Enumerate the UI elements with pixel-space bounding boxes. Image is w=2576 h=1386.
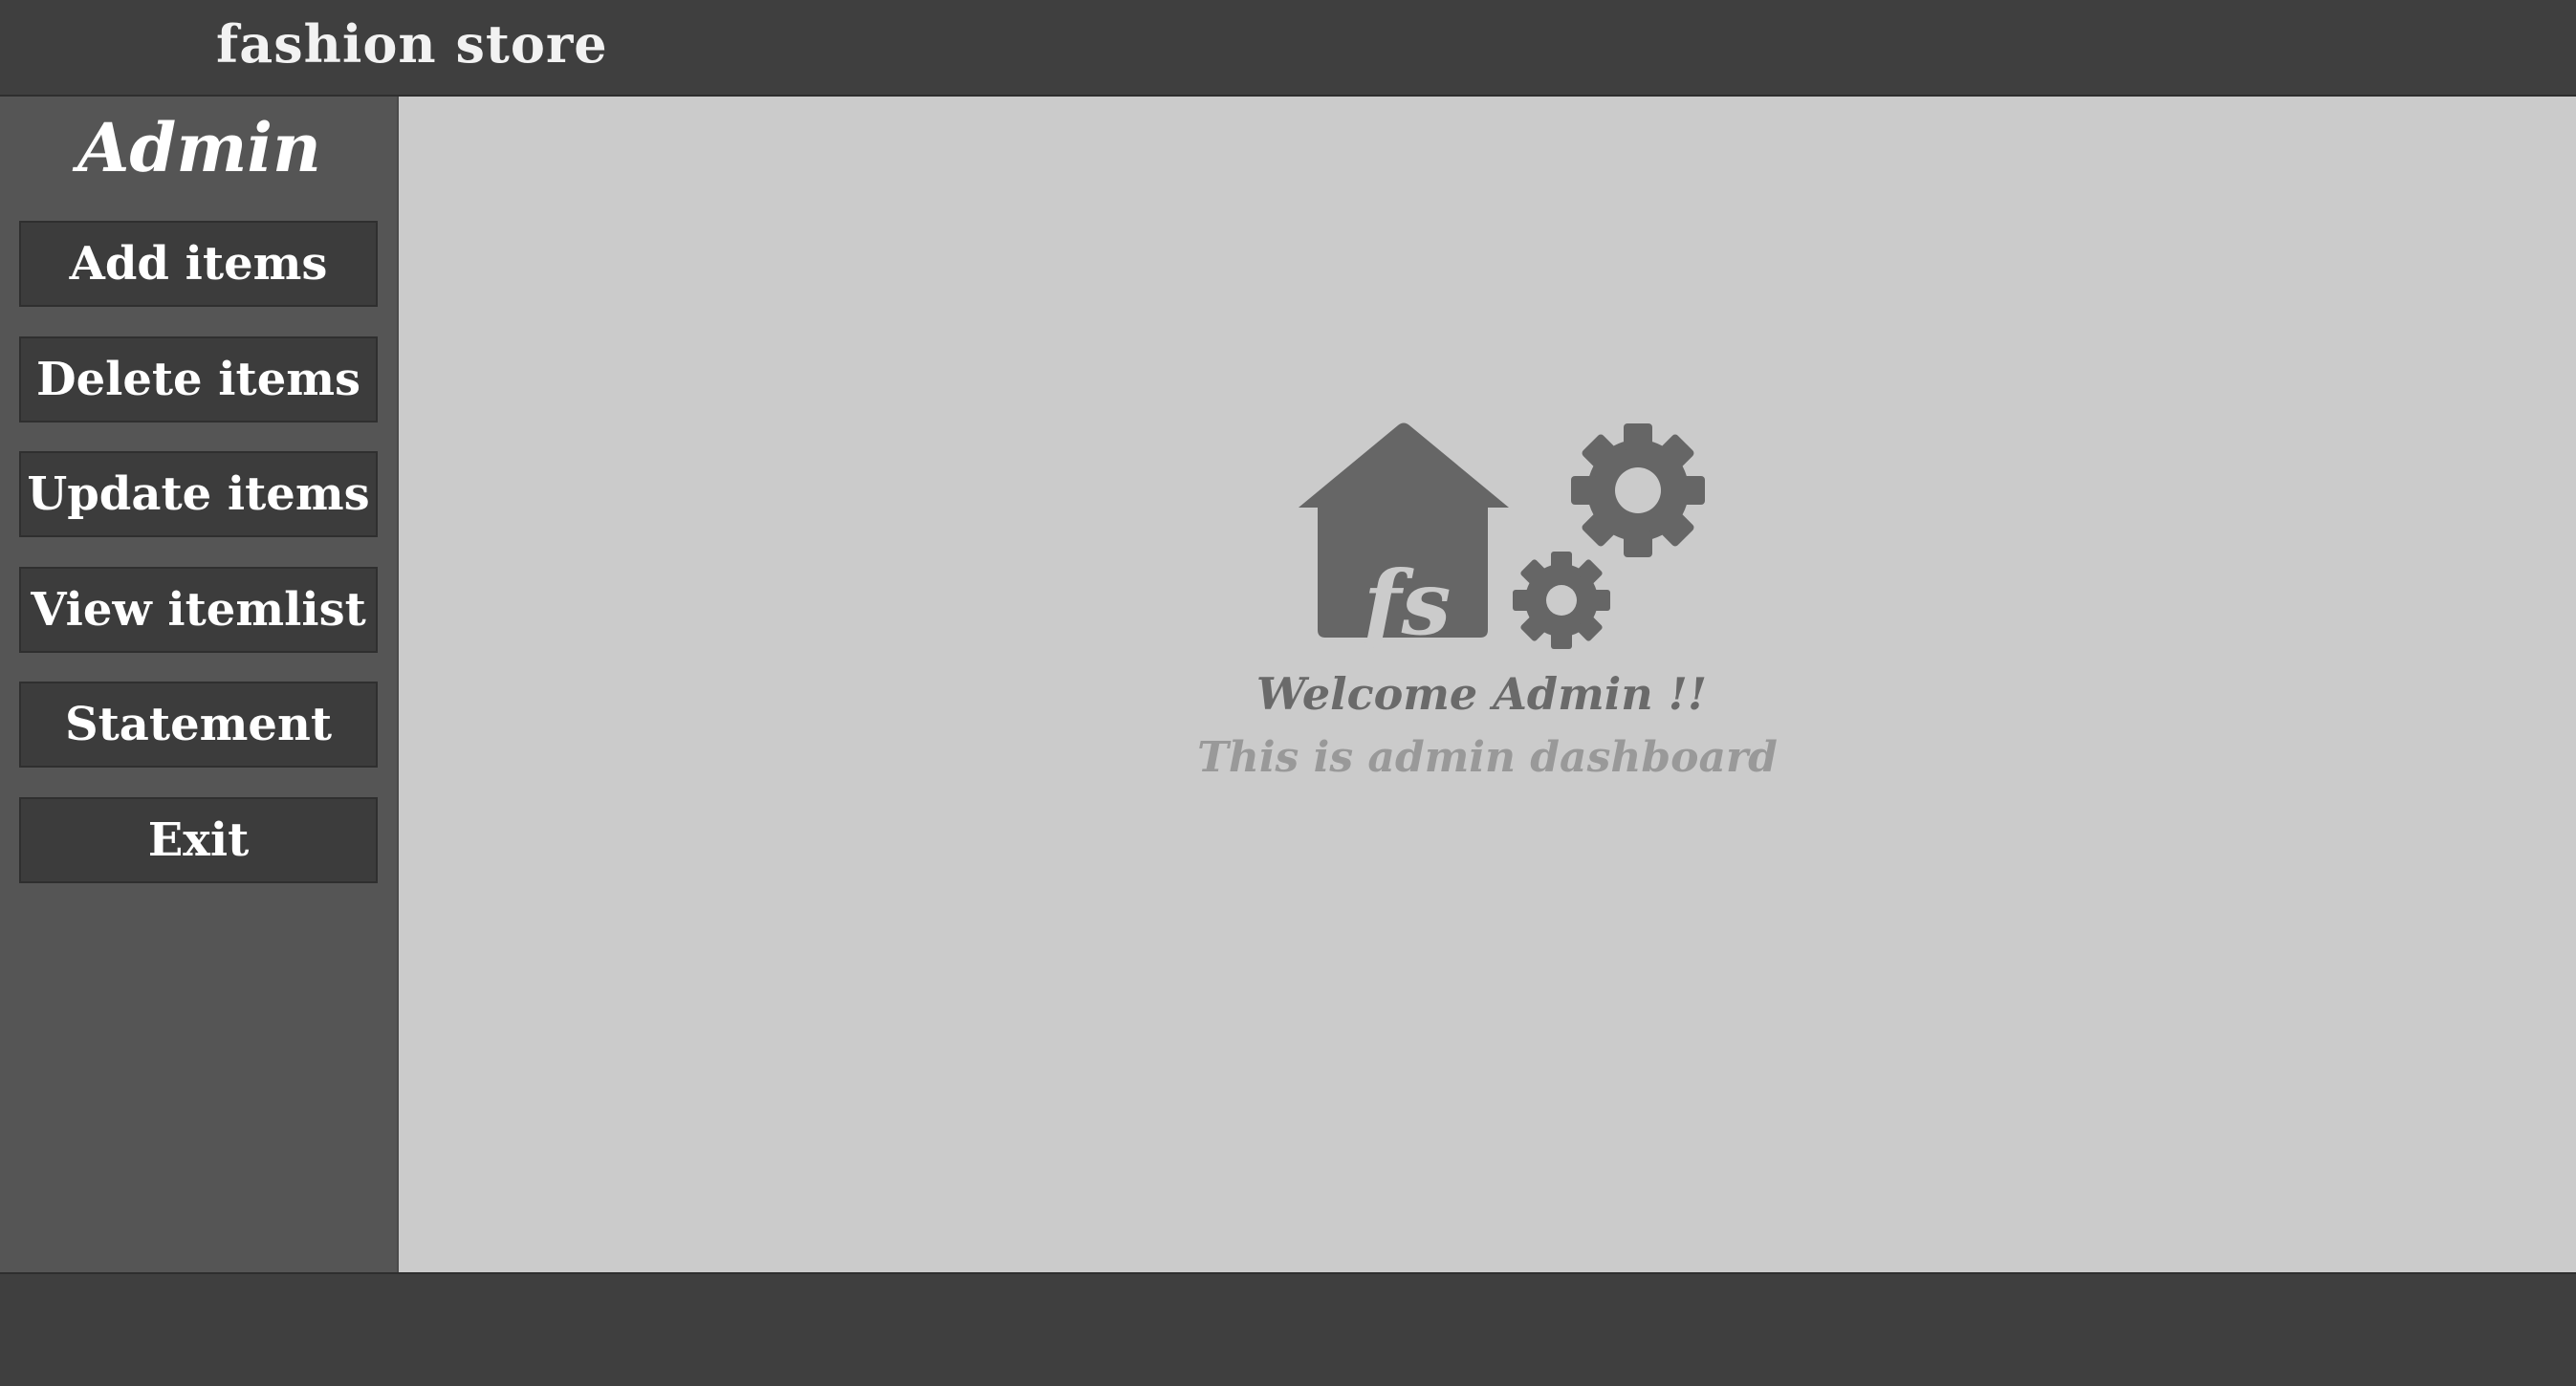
update-items-button[interactable]: Update items — [19, 451, 378, 537]
statement-button[interactable]: Statement — [19, 682, 378, 768]
app-window: fashion store Admin Add items Delete ite… — [0, 0, 2576, 1386]
footer-bar — [0, 1272, 2576, 1386]
store-logo-icon: fs — [1299, 422, 1705, 651]
welcome-message: Welcome Admin !! — [399, 668, 2576, 720]
welcome-text: Welcome Admin !! — [1255, 668, 1708, 720]
delete-items-button[interactable]: Delete items — [19, 336, 378, 422]
sidebar: Admin Add items Delete items Update item… — [0, 97, 399, 1272]
exit-button[interactable]: Exit — [19, 797, 378, 883]
store-title: fashion store — [216, 13, 608, 75]
sidebar-heading: Admin — [77, 108, 321, 187]
dashboard-subtitle: This is admin dashboard — [1197, 733, 1778, 782]
small-gear-icon — [1513, 552, 1610, 649]
add-items-button[interactable]: Add items — [19, 221, 378, 307]
top-bar: fashion store — [0, 0, 2576, 97]
view-itemlist-button[interactable]: View itemlist — [19, 567, 378, 653]
large-gear-icon — [1571, 423, 1705, 557]
logo-monogram: fs — [1358, 552, 1451, 651]
main-content: fs Welcome Admin !! This is admin dashbo… — [399, 97, 2576, 1272]
